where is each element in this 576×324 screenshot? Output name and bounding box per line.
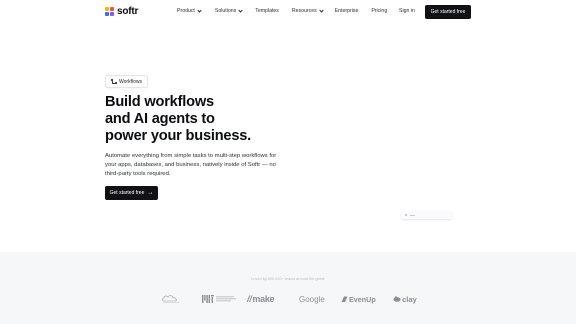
hero-subtitle: Automate everything from simple tasks to… (105, 153, 277, 177)
menu-item-label: Product (177, 8, 195, 14)
main-menu: Product Solutions Templates Resources En… (177, 8, 387, 14)
get-started-button-hero[interactable]: Get started free → (105, 186, 158, 200)
headline-line: power your business. (105, 128, 252, 144)
menu-item-label: Templates (255, 8, 279, 14)
workflow-icon (111, 78, 117, 85)
menu-item-templates[interactable]: Templates (255, 8, 279, 14)
menu-item-product[interactable]: Product (177, 8, 202, 14)
salesforce-logo (160, 292, 182, 306)
headline-line: Build workflows (105, 94, 214, 110)
mit-logo (202, 292, 236, 306)
chevron-down-icon (319, 8, 324, 13)
cta-label: Get started free (109, 190, 145, 196)
menu-item-resources[interactable]: Resources (291, 8, 324, 14)
trust-text: Loved by 800,000+ teams around the globe (251, 277, 325, 281)
arrow-right-icon: → (147, 190, 154, 196)
menu-item-pricing[interactable]: Pricing (371, 8, 387, 14)
make-wordmark: make (252, 294, 275, 304)
workflows-badge: Workflows (105, 75, 148, 88)
menu-item-label: Resources (291, 8, 317, 14)
softr-logo-icon (105, 7, 114, 16)
menu-item-label: Solutions (214, 8, 237, 14)
menu-item-label: Enterprise (334, 8, 359, 14)
clay-logo: clay (393, 292, 417, 306)
top-nav: softr Product Solutions Templates Resour… (0, 0, 576, 24)
sign-in-link[interactable]: Sign in (399, 8, 415, 14)
menu-item-label: Pricing (371, 8, 388, 14)
trust-strip (0, 252, 576, 324)
badge-label: Workflows (119, 78, 142, 85)
make-logo: //make (247, 294, 275, 304)
headline-line: and AI agents to (105, 111, 215, 127)
workflow-preview-card (401, 211, 452, 219)
get-started-button-nav[interactable]: Get started free (425, 5, 471, 19)
evenup-icon (341, 296, 348, 302)
hero-headline: Build workflows and AI agents to power y… (105, 94, 305, 145)
clay-wordmark: clay (402, 294, 417, 304)
evenup-logo: EvenUp (341, 292, 376, 306)
softr-logo[interactable]: softr (105, 6, 138, 17)
google-wordmark: Google (299, 294, 325, 304)
evenup-wordmark: EvenUp (349, 294, 376, 304)
brand-name: softr (117, 6, 139, 17)
chevron-down-icon (238, 8, 243, 13)
customer-logos: //make Google EvenUp clay (0, 292, 576, 306)
google-logo: Google (299, 292, 325, 306)
menu-item-solutions[interactable]: Solutions (214, 8, 243, 14)
menu-item-enterprise[interactable]: Enterprise (335, 8, 359, 14)
clay-icon (393, 296, 401, 302)
chevron-down-icon (197, 8, 202, 13)
